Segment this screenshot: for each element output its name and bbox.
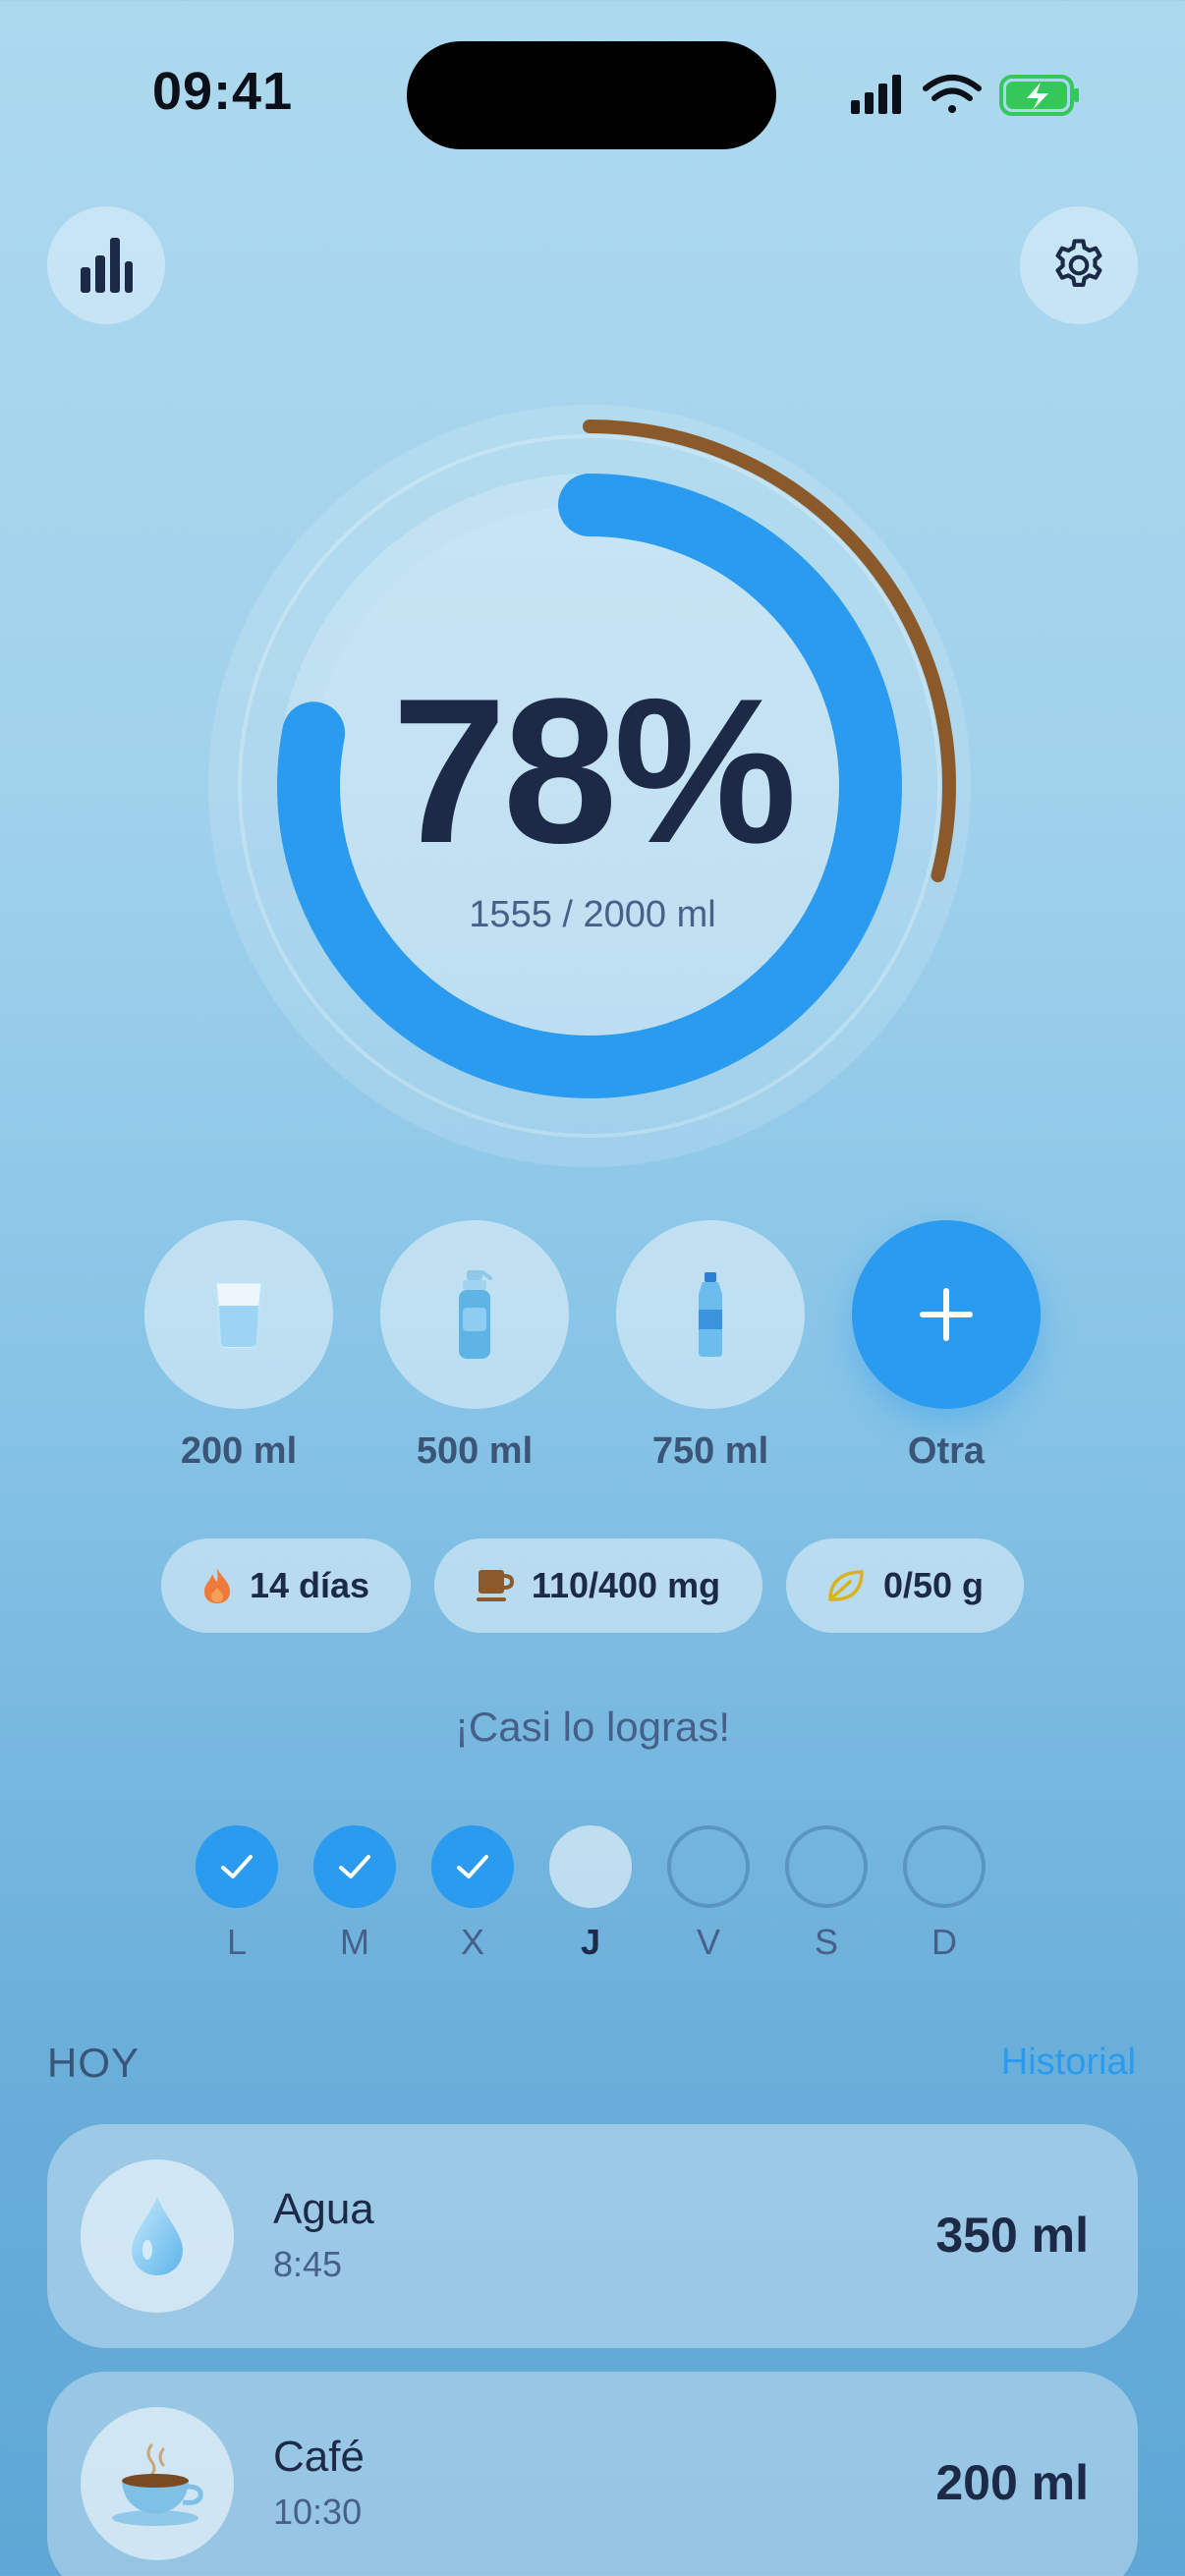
coffee-cup-icon	[81, 2407, 234, 2560]
status-icons	[847, 71, 1083, 120]
day-label: S	[814, 1922, 838, 1962]
day-label: J	[580, 1922, 601, 1962]
quick-add-other[interactable]: Otra	[852, 1220, 1041, 1473]
log-item-time: 10:30	[273, 2492, 363, 2532]
day-status[interactable]	[903, 1825, 986, 1908]
day-D[interactable]: D	[903, 1825, 986, 1963]
log-item-coffee[interactable]: Café 10:30 200 ml	[47, 2372, 1138, 2576]
day-status[interactable]	[549, 1825, 632, 1908]
history-link[interactable]: Historial	[1001, 2042, 1136, 2084]
day-label: M	[340, 1922, 369, 1962]
progress-percent: 78%	[391, 655, 797, 886]
caffeine-chip: 110/400 mg	[434, 1539, 762, 1633]
checkmark-icon	[221, 1855, 253, 1878]
quick-add-label: 750 ml	[651, 1430, 769, 1472]
quick-add-750[interactable]: 750 ml	[616, 1220, 805, 1473]
water-drop-icon	[81, 2159, 234, 2313]
day-label: D	[931, 1922, 957, 1962]
gear-icon	[1055, 239, 1102, 287]
wifi-icon	[923, 75, 982, 113]
leaf-icon	[828, 1570, 864, 1601]
day-L[interactable]: L	[196, 1825, 278, 1963]
quick-add-200[interactable]: 200 ml	[144, 1220, 333, 1473]
quick-add-label: 200 ml	[180, 1430, 298, 1472]
battery-icon	[999, 75, 1079, 116]
sugar-chip: 0/50 g	[786, 1539, 1024, 1633]
cellular-signal-icon	[851, 75, 901, 114]
day-status[interactable]	[785, 1825, 868, 1908]
water-bottle-icon	[699, 1272, 722, 1357]
sport-bottle-icon	[459, 1270, 492, 1359]
caffeine-value: 110/400 mg	[531, 1565, 721, 1605]
quick-add-label: Otra	[907, 1430, 986, 1472]
stats-button[interactable]	[47, 206, 165, 324]
day-label: L	[226, 1922, 248, 1962]
log-item-amount: 350 ml	[935, 2208, 1089, 2263]
streak-value: 14 días	[249, 1565, 370, 1605]
checkmark-icon	[457, 1855, 488, 1878]
coffee-mug-icon	[476, 1570, 514, 1601]
day-V[interactable]: V	[667, 1825, 750, 1963]
day-J[interactable]: J	[549, 1825, 632, 1963]
log-item-title: Café	[273, 2433, 365, 2481]
log-item-title: Agua	[273, 2185, 374, 2233]
streak-chip: 14 días	[161, 1539, 411, 1633]
glass-icon	[213, 1280, 264, 1351]
day-status[interactable]	[667, 1825, 750, 1908]
status-time: 09:41	[152, 62, 294, 121]
day-label: X	[460, 1922, 484, 1962]
flame-icon	[203, 1568, 230, 1603]
dynamic-island	[407, 41, 776, 149]
plus-icon	[920, 1288, 973, 1341]
day-status[interactable]	[313, 1825, 396, 1908]
day-X[interactable]: X	[431, 1825, 514, 1963]
motivation-message: ¡Casi lo logras!	[454, 1704, 731, 1750]
sugar-value: 0/50 g	[882, 1565, 985, 1605]
log-item-water[interactable]: Agua 8:45 350 ml	[47, 2124, 1138, 2348]
day-label: V	[696, 1922, 720, 1962]
log-item-time: 8:45	[273, 2244, 343, 2284]
day-status[interactable]	[431, 1825, 514, 1908]
day-M[interactable]: M	[313, 1825, 396, 1963]
quick-add-500[interactable]: 500 ml	[380, 1220, 569, 1473]
bar-chart-icon	[81, 238, 133, 293]
day-S[interactable]: S	[785, 1825, 868, 1963]
quick-add-label: 500 ml	[416, 1430, 534, 1472]
progress-amount: 1555 / 2000 ml	[469, 894, 716, 935]
section-title: HOY	[47, 2040, 141, 2086]
checkmark-icon	[339, 1855, 370, 1878]
settings-button[interactable]	[1020, 206, 1138, 324]
log-item-amount: 200 ml	[935, 2455, 1089, 2510]
day-status[interactable]	[196, 1825, 278, 1908]
